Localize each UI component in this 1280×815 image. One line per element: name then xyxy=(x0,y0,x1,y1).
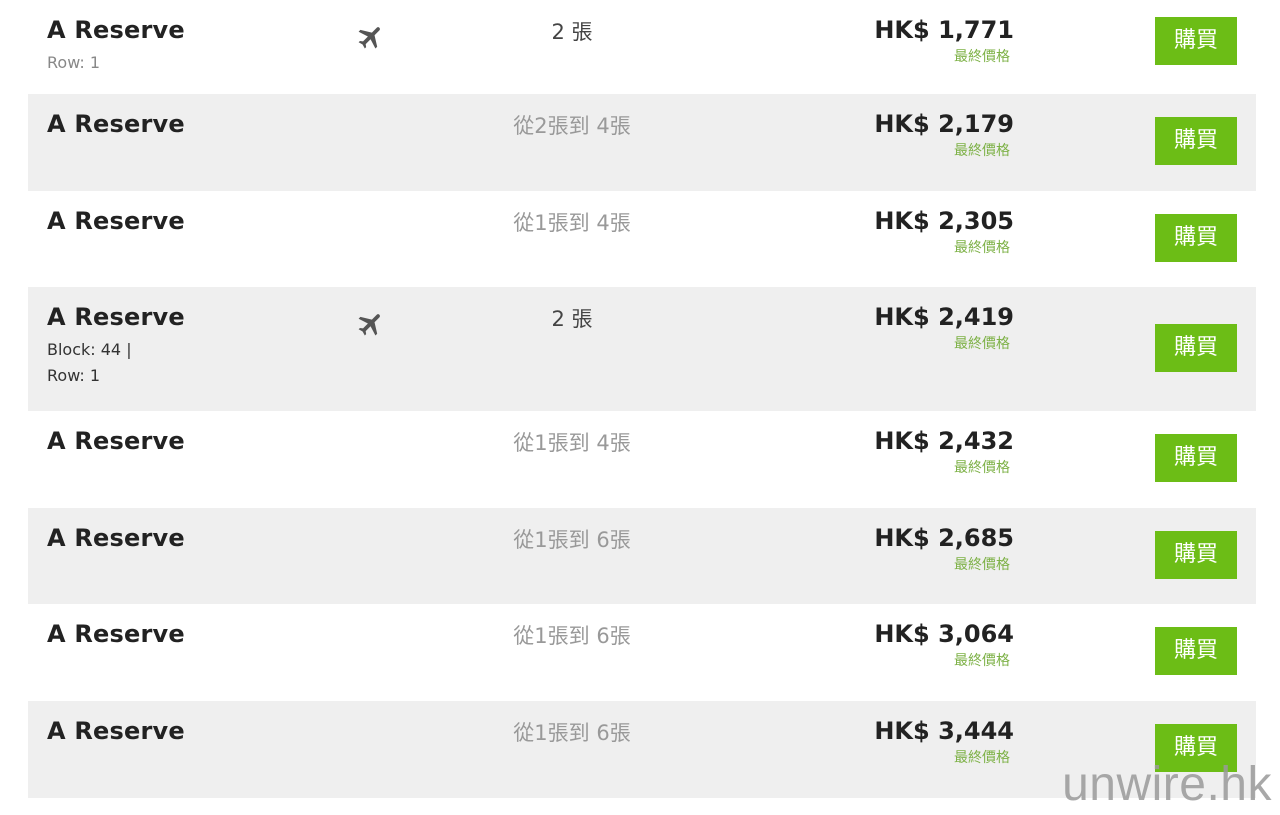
buy-button[interactable]: 購買 xyxy=(1155,17,1237,65)
section-name: A Reserve xyxy=(47,620,185,648)
final-price-label: 最終價格 xyxy=(954,557,1010,573)
price-block: HK$ 2,419 最終價格 xyxy=(874,303,1014,353)
listing-row: A Reserve 從1張到 6張 HK$ 3,064 最終價格 購買 xyxy=(28,604,1256,701)
final-price-label: 最終價格 xyxy=(954,143,1010,159)
ticket-quantity: 從2張到 4張 xyxy=(513,114,631,138)
seat-detail-line: Row: 1 xyxy=(47,53,101,72)
watermark: unwire.hk xyxy=(1062,758,1272,811)
ticket-quantity: 從1張到 6張 xyxy=(513,624,631,648)
seat-detail-line: Block: 44 | xyxy=(47,340,132,359)
ticket-price: HK$ 2,305 xyxy=(874,207,1014,235)
listing-row: A Reserve Row: 1 2 張 HK$ 1,771 最終價格 購買 xyxy=(28,0,1256,94)
buy-button[interactable]: 購買 xyxy=(1155,117,1237,165)
section-name: A Reserve xyxy=(47,110,185,138)
section-name: A Reserve xyxy=(47,427,185,455)
final-price-label: 最終價格 xyxy=(954,336,1010,352)
ticket-quantity: 2 張 xyxy=(551,307,593,331)
final-price-label: 最終價格 xyxy=(954,750,1010,766)
ticket-price: HK$ 2,432 xyxy=(874,427,1014,455)
section-name: A Reserve xyxy=(47,207,185,235)
final-price-label: 最終價格 xyxy=(954,49,1010,65)
seat-details: Block: 44 | Row: 1 xyxy=(47,337,132,389)
price-block: HK$ 2,305 最終價格 xyxy=(874,207,1014,257)
ticket-price: HK$ 3,444 xyxy=(874,717,1014,745)
buy-button[interactable]: 購買 xyxy=(1155,531,1237,579)
airplane-icon xyxy=(356,309,386,339)
buy-button[interactable]: 購買 xyxy=(1155,214,1237,262)
section-name: A Reserve xyxy=(47,303,185,331)
ticket-listing: A Reserve Row: 12 張 HK$ 1,771 最終價格 購買 A Reser… xyxy=(28,0,1256,798)
section-name: A Reserve xyxy=(47,524,185,552)
ticket-price: HK$ 2,179 xyxy=(874,110,1014,138)
ticket-quantity: 從1張到 4張 xyxy=(513,431,631,455)
ticket-quantity: 2 張 xyxy=(551,20,593,44)
final-price-label: 最終價格 xyxy=(954,653,1010,669)
listing-row: A Reserve 從1張到 6張 HK$ 2,685 最終價格 購買 xyxy=(28,508,1256,604)
final-price-label: 最終價格 xyxy=(954,240,1010,256)
listing-row: A Reserve 從1張到 4張 HK$ 2,305 最終價格 購買 xyxy=(28,191,1256,287)
price-block: HK$ 2,432 最終價格 xyxy=(874,427,1014,477)
listing-row: A Reserve 從2張到 4張 HK$ 2,179 最終價格 購買 xyxy=(28,94,1256,191)
seat-details: Row: 1 xyxy=(47,50,100,76)
listing-row: A Reserve 從1張到 4張 HK$ 2,432 最終價格 購買 xyxy=(28,411,1256,508)
listing-row: A Reserve Block: 44 | Row: 1 2 張 HK$ 2,419 最終… xyxy=(28,287,1256,411)
section-name: A Reserve xyxy=(47,16,185,44)
ticket-quantity: 從1張到 4張 xyxy=(513,211,631,235)
buy-button[interactable]: 購買 xyxy=(1155,627,1237,675)
price-block: HK$ 3,064 最終價格 xyxy=(874,620,1014,670)
buy-button[interactable]: 購買 xyxy=(1155,324,1237,372)
seat-detail-line: Row: 1 xyxy=(47,366,101,385)
price-block: HK$ 1,771 最終價格 xyxy=(874,16,1014,66)
section-name: A Reserve xyxy=(47,717,185,745)
ticket-price: HK$ 1,771 xyxy=(874,16,1014,44)
ticket-quantity: 從1張到 6張 xyxy=(513,721,631,745)
ticket-price: HK$ 2,419 xyxy=(874,303,1014,331)
price-block: HK$ 2,685 最終價格 xyxy=(874,524,1014,574)
ticket-price: HK$ 3,064 xyxy=(874,620,1014,648)
ticket-quantity: 從1張到 6張 xyxy=(513,528,631,552)
airplane-icon xyxy=(356,22,386,52)
price-block: HK$ 2,179 最終價格 xyxy=(874,110,1014,160)
price-block: HK$ 3,444 最終價格 xyxy=(874,717,1014,767)
final-price-label: 最終價格 xyxy=(954,460,1010,476)
buy-button[interactable]: 購買 xyxy=(1155,434,1237,482)
ticket-price: HK$ 2,685 xyxy=(874,524,1014,552)
